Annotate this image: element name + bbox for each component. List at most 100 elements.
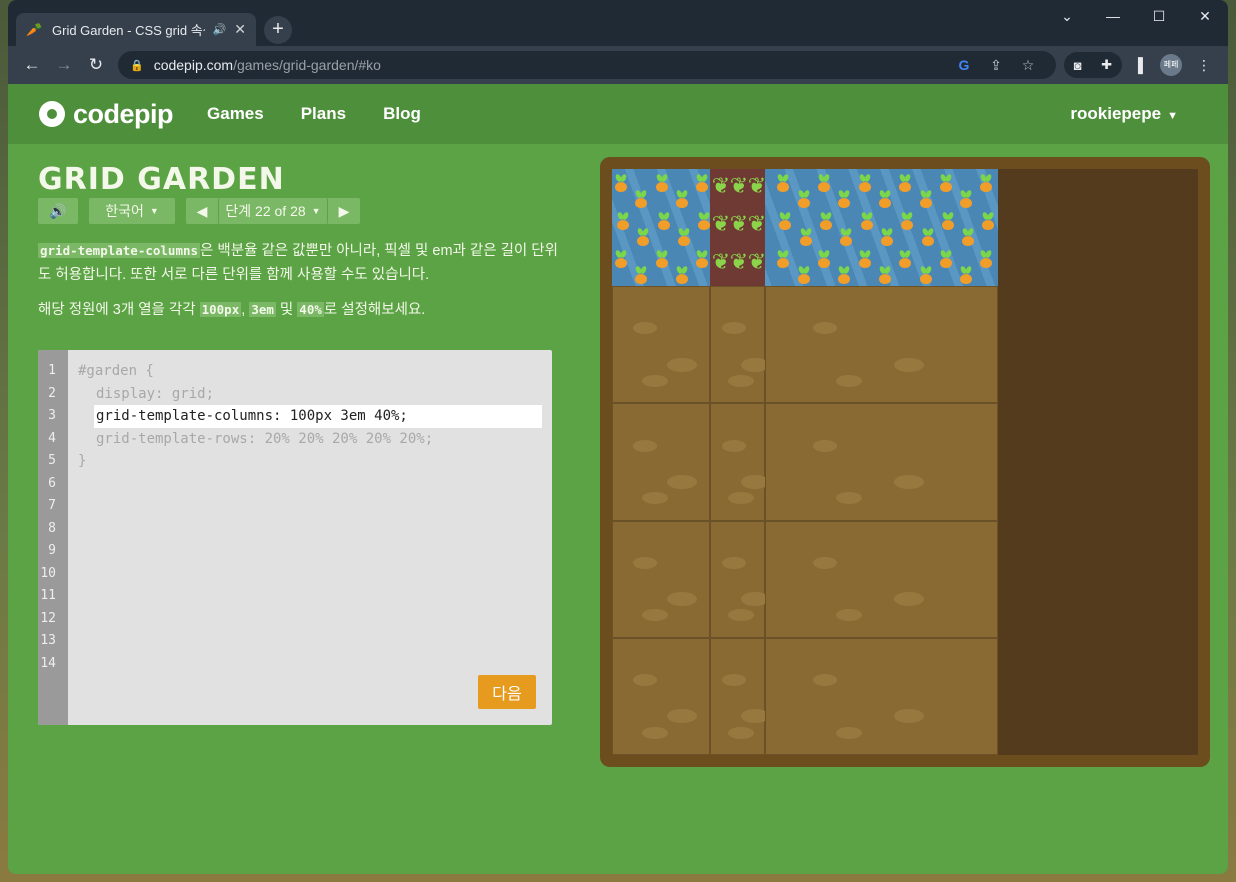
nav-plans[interactable]: Plans	[301, 104, 346, 124]
soil-pebble	[632, 322, 657, 335]
level-select[interactable]: 단계 22 of 28 ▼	[218, 198, 328, 224]
puzzle-icon[interactable]: ✚	[1101, 57, 1112, 73]
line-gutter: 1 2 3 4 5 6 7 8 9 10 11 12 13 14	[38, 350, 68, 725]
carrot-icon	[797, 227, 815, 247]
tab-grid-garden[interactable]: 🥕 Grid Garden - CSS grid 속성 🔊 ✕	[16, 13, 256, 46]
weed-icon: ❦	[747, 211, 767, 236]
browser-window: 🥕 Grid Garden - CSS grid 속성 🔊 ✕ + ⌄ — ☐ …	[8, 0, 1228, 874]
carrot-icon	[675, 227, 693, 247]
carrot-icon	[634, 227, 652, 247]
carrot-icon	[917, 189, 935, 209]
soil-pebble	[812, 322, 837, 335]
carrot-body	[840, 236, 853, 246]
speaker-icon[interactable]: 🔊	[213, 23, 227, 36]
username: rookiepepe	[1070, 104, 1162, 123]
language-select[interactable]: 한국어 ▼	[89, 198, 175, 224]
carrot-icon	[896, 173, 914, 193]
carrot-icon	[939, 211, 957, 231]
prev-level-button[interactable]: ◀	[186, 198, 218, 224]
reload-icon[interactable]: ↻	[80, 55, 112, 75]
forward-icon[interactable]: →	[48, 55, 80, 75]
carrot-body	[799, 236, 812, 246]
carrot-icon	[632, 265, 650, 285]
carrot-body	[698, 220, 711, 230]
soil-pebble	[812, 556, 837, 569]
url-path: /games/grid-garden/#ko	[233, 57, 381, 73]
language-label: 한국어	[105, 203, 144, 219]
garden-frame: ❦ ❦ ❦ ❦ ❦ ❦ ❦ ❦ ❦	[600, 157, 1210, 767]
carrot-icon	[776, 211, 794, 231]
carrot-body	[820, 220, 832, 230]
carrot-body	[675, 274, 688, 284]
carrot-icon	[937, 249, 955, 269]
carrot-icon	[856, 173, 874, 193]
soil-pebble	[835, 492, 862, 505]
garden: ❦ ❦ ❦ ❦ ❦ ❦ ❦ ❦ ❦	[612, 169, 1198, 755]
carrot-body	[635, 198, 648, 208]
nav-blog[interactable]: Blog	[383, 104, 421, 124]
carrot-body	[860, 220, 873, 230]
carrot-icon	[612, 249, 630, 269]
codepip-logo-icon	[39, 101, 65, 127]
carrot-body	[655, 258, 668, 268]
weed-icon: ❦	[747, 173, 767, 198]
soil-pebble	[727, 726, 754, 739]
user-menu[interactable]: rookiepepe ▼	[1070, 104, 1178, 124]
profile-avatar[interactable]: 페페	[1160, 54, 1182, 76]
close-window-icon[interactable]: ✕	[1182, 6, 1228, 26]
tab-title: Grid Garden - CSS grid 속성	[52, 23, 205, 38]
carrot-body	[838, 198, 851, 208]
menu-icon[interactable]: ⋮	[1188, 57, 1220, 74]
code-value: 100px	[199, 302, 242, 317]
nav-games[interactable]: Games	[207, 104, 264, 124]
lock-icon[interactable]: 🔒	[130, 59, 144, 72]
soil-cell	[612, 520, 710, 638]
carrot-body	[980, 182, 993, 192]
carrot-icon	[673, 265, 691, 285]
star-icon[interactable]: ☆	[1012, 57, 1044, 74]
soil-pebble	[722, 439, 746, 452]
share-icon[interactable]: ⇪	[980, 57, 1012, 74]
code-line: }	[78, 453, 87, 469]
sidepanel-icon[interactable]: ▐	[1122, 57, 1154, 73]
camera-icon[interactable]: ◙	[1074, 58, 1082, 73]
new-tab-button[interactable]: +	[264, 16, 292, 44]
carrot-body	[960, 198, 973, 208]
soil-cell	[765, 637, 998, 755]
close-tab-icon[interactable]: ✕	[234, 21, 246, 38]
line-number: 9	[48, 543, 56, 558]
line-number: 13	[40, 633, 56, 648]
css-input[interactable]: grid-template-columns: 100px 3em 40%;	[94, 405, 542, 428]
caret-down-icon: ▼	[1167, 110, 1178, 122]
next-level-arrow-button[interactable]: ▶	[328, 198, 360, 224]
sound-button[interactable]: 🔊	[38, 198, 78, 224]
soil-cell	[765, 286, 998, 404]
carrot-icon: 🥕	[26, 21, 43, 37]
carrot-icon	[858, 211, 876, 231]
line-number: 5	[48, 453, 56, 468]
url-input[interactable]: 🔒 codepip.com/games/grid-garden/#ko G ⇪ …	[118, 51, 1056, 79]
soil-cell	[612, 637, 710, 755]
next-button[interactable]: 다음	[478, 675, 536, 709]
carrot-icon	[837, 227, 855, 247]
soil-pebble	[812, 673, 837, 686]
tab-search-icon[interactable]: ⌄	[1044, 6, 1090, 26]
caret-down-icon: ▼	[149, 206, 159, 216]
soil-pebble	[835, 375, 862, 388]
maximize-icon[interactable]: ☐	[1136, 6, 1182, 26]
minimize-icon[interactable]: —	[1090, 6, 1136, 26]
level-nav: ◀ 단계 22 of 28 ▼ ▶	[186, 198, 360, 224]
carrot-body	[617, 220, 629, 230]
carrot-body	[941, 220, 954, 230]
line-number: 14	[40, 655, 56, 671]
soil-cell	[710, 403, 769, 521]
back-icon[interactable]: ←	[16, 55, 48, 75]
codepip-logo[interactable]: codepip	[39, 99, 174, 130]
code-editor: 1 2 3 4 5 6 7 8 9 10 11 12 13 14 #garden { display: g…	[38, 350, 552, 725]
code-term: grid-template-columns	[38, 243, 201, 258]
carrot-icon	[959, 227, 977, 247]
google-icon[interactable]: G	[948, 57, 980, 73]
line-number: 4	[48, 430, 56, 446]
site-header: codepip Games Plans Blog rookiepepe ▼	[8, 84, 1228, 144]
carrot-icon	[693, 173, 711, 193]
